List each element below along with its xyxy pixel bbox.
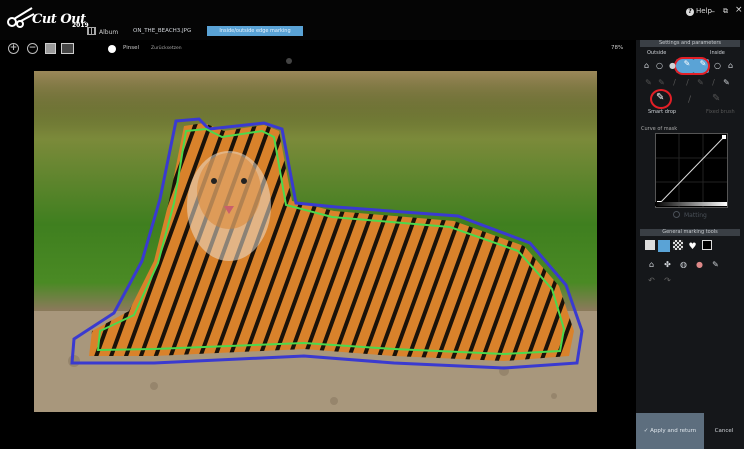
fit-view-icon[interactable] <box>45 43 56 54</box>
matting-button[interactable]: Matting <box>684 212 707 219</box>
zoom-level: 78% <box>611 45 624 51</box>
undo-icon[interactable]: ↶ <box>645 274 658 287</box>
lasso-icon[interactable]: ○ <box>653 59 666 72</box>
mask-curve-graph[interactable] <box>655 133 728 208</box>
pen-edge-icon[interactable]: ✎ <box>694 76 707 89</box>
fill-icon[interactable]: ✤ <box>661 258 674 271</box>
lasso-select-icon[interactable]: ⌂ <box>645 258 658 271</box>
settings-title: Settings and parameters <box>640 40 740 47</box>
history-row: ↶ ↷ <box>645 274 674 287</box>
eraser-icon[interactable]: ● <box>693 258 706 271</box>
polygon-inside-icon[interactable]: ⌂ <box>724 59 737 72</box>
redo-icon[interactable]: ↷ <box>661 274 674 287</box>
zoom-out-icon[interactable]: − <box>27 43 38 54</box>
inside-label: Inside <box>710 50 725 56</box>
pen-inside-icon[interactable]: / <box>681 76 694 89</box>
marker-inside-icon[interactable]: ✎ <box>697 59 709 72</box>
tab-edge-marking[interactable]: Inside/outside edge marking <box>207 26 303 36</box>
black-bg-icon[interactable] <box>702 240 712 250</box>
green-brush-icon[interactable]: ✎ <box>720 76 733 89</box>
fixed-brush-label: Fixed brush <box>706 109 735 115</box>
smart-drop-label: Smart drop <box>648 109 677 115</box>
dots-icon[interactable]: ◍ <box>677 258 690 271</box>
curve-gradient-bar <box>655 202 727 206</box>
marker-outside-icon[interactable]: ✎ <box>681 59 693 72</box>
image-canvas[interactable] <box>34 71 597 412</box>
app-logo: Cut Out 2019 <box>6 4 89 34</box>
marking-tools-row1b: ○ ⌂ <box>711 59 737 72</box>
curve-plot <box>656 134 727 207</box>
general-tools-title: General marking tools <box>640 229 740 236</box>
splitter-handle[interactable] <box>286 58 292 64</box>
filename-tab[interactable]: ON_THE_BEACH3.JPG <box>133 28 191 34</box>
general-tools-row2: ⌂ ✤ ◍ ● ✎ <box>645 258 722 271</box>
polygon-lasso-icon[interactable]: ⌂ <box>640 59 653 72</box>
full-view-icon[interactable] <box>61 43 74 54</box>
fixed-brush-icon[interactable]: ✎ <box>712 93 720 104</box>
help-button[interactable]: ? Help <box>686 7 712 16</box>
matting-icon <box>673 211 680 218</box>
maximize-button[interactable]: ⧉ <box>723 7 728 16</box>
view-toolbar <box>0 40 636 58</box>
smart-drop-icon[interactable]: ✎ <box>656 92 664 103</box>
checker-selected-icon[interactable] <box>658 240 670 252</box>
lasso-inside-icon[interactable]: ○ <box>711 59 724 72</box>
minimize-button[interactable]: – <box>711 7 715 16</box>
brush-general-icon[interactable]: ✎ <box>709 258 722 271</box>
pen-fine-icon[interactable]: / <box>707 76 720 89</box>
select-all-icon[interactable] <box>645 240 655 250</box>
outside-label: Outside <box>647 50 667 56</box>
brush-outside-icon[interactable]: ● <box>666 59 679 72</box>
tiger-photo <box>34 71 597 412</box>
blur-brush-icon[interactable]: / <box>688 95 691 105</box>
album-label: Album <box>99 29 119 36</box>
album-button[interactable]: Album <box>87 27 118 36</box>
reset-button[interactable]: Zurücksetzen <box>151 46 182 51</box>
marking-tools-row2: ✎ ✎ / / ✎ / ✎ <box>642 76 733 89</box>
curve-label: Curve of mask <box>641 126 678 132</box>
pen-small-icon[interactable]: ✎ <box>655 76 668 89</box>
zoom-in-icon[interactable]: + <box>8 43 19 54</box>
general-tools-row1: ♥ <box>645 240 712 253</box>
brush-size-indicator[interactable] <box>108 45 116 53</box>
help-icon: ? <box>686 8 694 16</box>
marking-tools-row1: ⌂ ○ ● <box>640 59 679 72</box>
cancel-button[interactable]: Cancel <box>706 413 742 449</box>
heart-icon[interactable]: ♥ <box>686 240 699 253</box>
album-icon <box>87 27 96 35</box>
help-label: Help <box>696 7 712 15</box>
pen-outside-icon[interactable]: ✎ <box>642 76 655 89</box>
checker-icon[interactable] <box>673 240 683 250</box>
close-button[interactable]: × <box>735 5 743 15</box>
apply-and-return-button[interactable]: ✓ Apply and return <box>636 413 704 449</box>
apply-label: Apply and return <box>650 428 697 434</box>
pen-thin-icon[interactable]: / <box>668 76 681 89</box>
brush-label: Pinsel <box>123 45 139 51</box>
